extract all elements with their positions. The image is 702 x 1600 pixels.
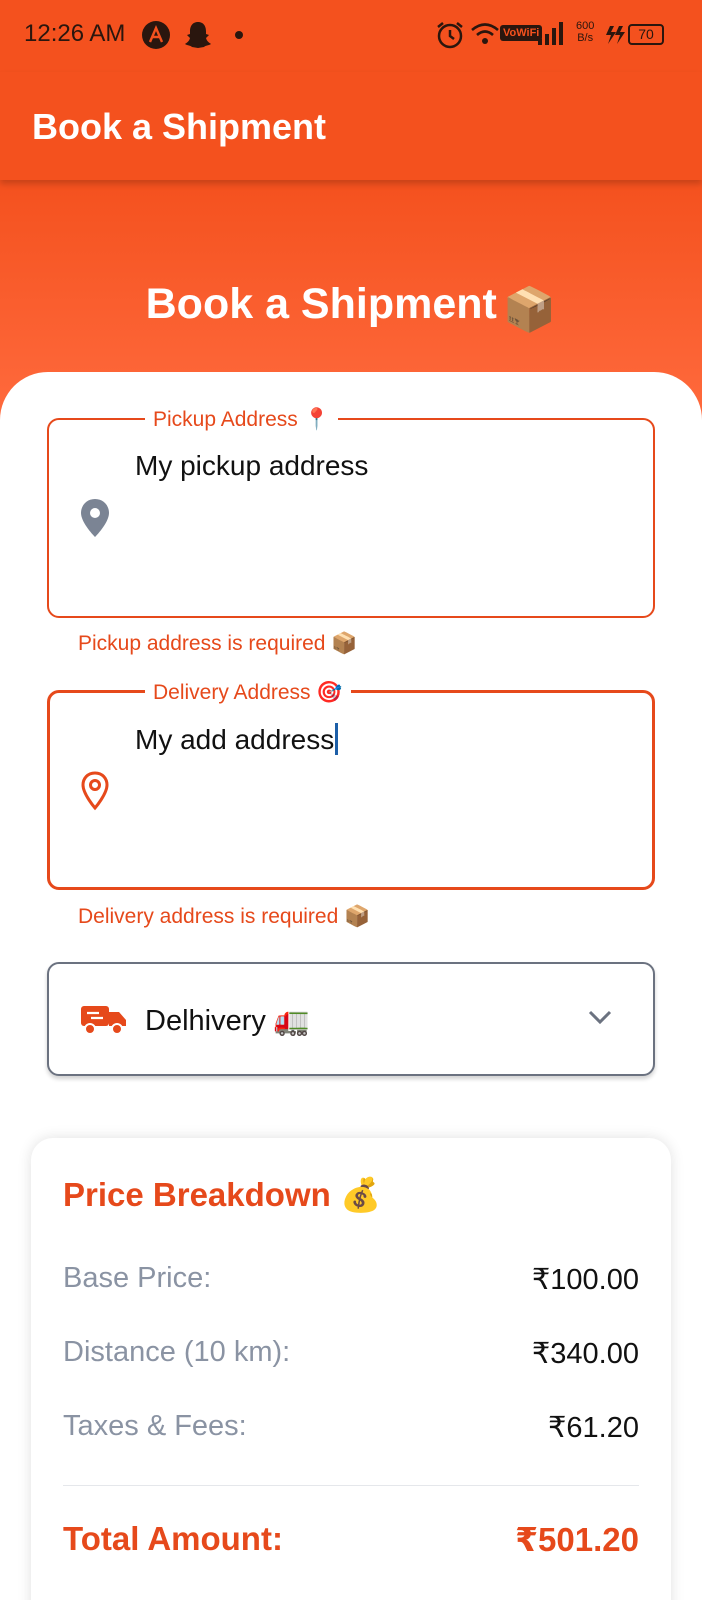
text-caret (335, 723, 339, 755)
charging-icon (606, 26, 625, 44)
app-bar: Book a Shipment (0, 72, 702, 180)
delivery-address-error: Delivery address is required 📦 (78, 905, 371, 928)
app-bar-title: Book a Shipment (32, 106, 327, 147)
a-app-icon (142, 21, 170, 49)
location-outline-icon (81, 771, 109, 811)
status-time: 12:26 AM (24, 20, 126, 47)
map-pin-icon (81, 499, 109, 537)
wifi-icon (471, 23, 499, 44)
battery-level: 70 (638, 26, 654, 42)
price-row-distance: Distance (10 km): ₹340.00 (63, 1336, 639, 1370)
price-row-base: Base Price: ₹100.00 (63, 1262, 639, 1296)
chevron-down-icon[interactable] (587, 1008, 613, 1026)
status-bar: 12:26 AM VoWiFi 600 B/s 70 (0, 0, 702, 72)
network-label: VoWiFi (500, 25, 543, 41)
price-breakdown-title: Price Breakdown 💰 (63, 1176, 382, 1213)
snapchat-icon (185, 22, 211, 48)
dot-icon (235, 31, 243, 39)
courier-select[interactable]: Delhivery 🚛 (47, 962, 655, 1076)
pickup-address-input[interactable]: My pickup address (135, 450, 368, 482)
hero-title: Book a Shipment (145, 280, 497, 328)
price-divider (63, 1485, 639, 1486)
price-breakdown-card: Price Breakdown 💰 Base Price: ₹100.00 Di… (31, 1138, 671, 1600)
pickup-address-field[interactable]: Pickup Address 📍 My pickup address (47, 408, 655, 618)
net-speed-unit: B/s (577, 32, 594, 44)
delivery-address-text: My add address (135, 724, 335, 755)
price-row-amount: ₹100.00 (531, 1264, 639, 1296)
total-label: Total Amount: (63, 1520, 283, 1557)
battery-icon: 70 (628, 24, 664, 45)
alarm-icon (437, 22, 463, 49)
price-row-amount: ₹340.00 (531, 1338, 639, 1370)
price-row-label: Distance (10 km): (63, 1336, 291, 1368)
net-speed: 600 B/s (576, 20, 594, 44)
total-row: Total Amount: ₹501.20 (63, 1520, 639, 1558)
net-speed-value: 600 (576, 20, 595, 32)
delivery-address-input[interactable]: My add address (135, 723, 339, 756)
pickup-address-label: Pickup Address 📍 (145, 408, 338, 432)
courier-selected-value: Delhivery 🚛 (145, 1005, 311, 1037)
price-row-taxes: Taxes & Fees: ₹61.20 (63, 1410, 639, 1444)
package-emoji: 📦 (502, 286, 557, 334)
total-amount: ₹501.20 (515, 1521, 639, 1558)
hero-title-row: Book a Shipment 📦 (0, 280, 702, 335)
price-row-label: Base Price: (63, 1262, 212, 1294)
price-row-amount: ₹61.20 (547, 1412, 639, 1444)
signal-icon (538, 22, 563, 45)
pickup-address-error: Pickup address is required 📦 (78, 632, 358, 655)
delivery-address-field[interactable]: Delivery Address 🎯 My add address (47, 681, 655, 890)
delivery-address-label: Delivery Address 🎯 (145, 681, 351, 705)
truck-icon (81, 1006, 126, 1035)
price-row-label: Taxes & Fees: (63, 1410, 247, 1442)
